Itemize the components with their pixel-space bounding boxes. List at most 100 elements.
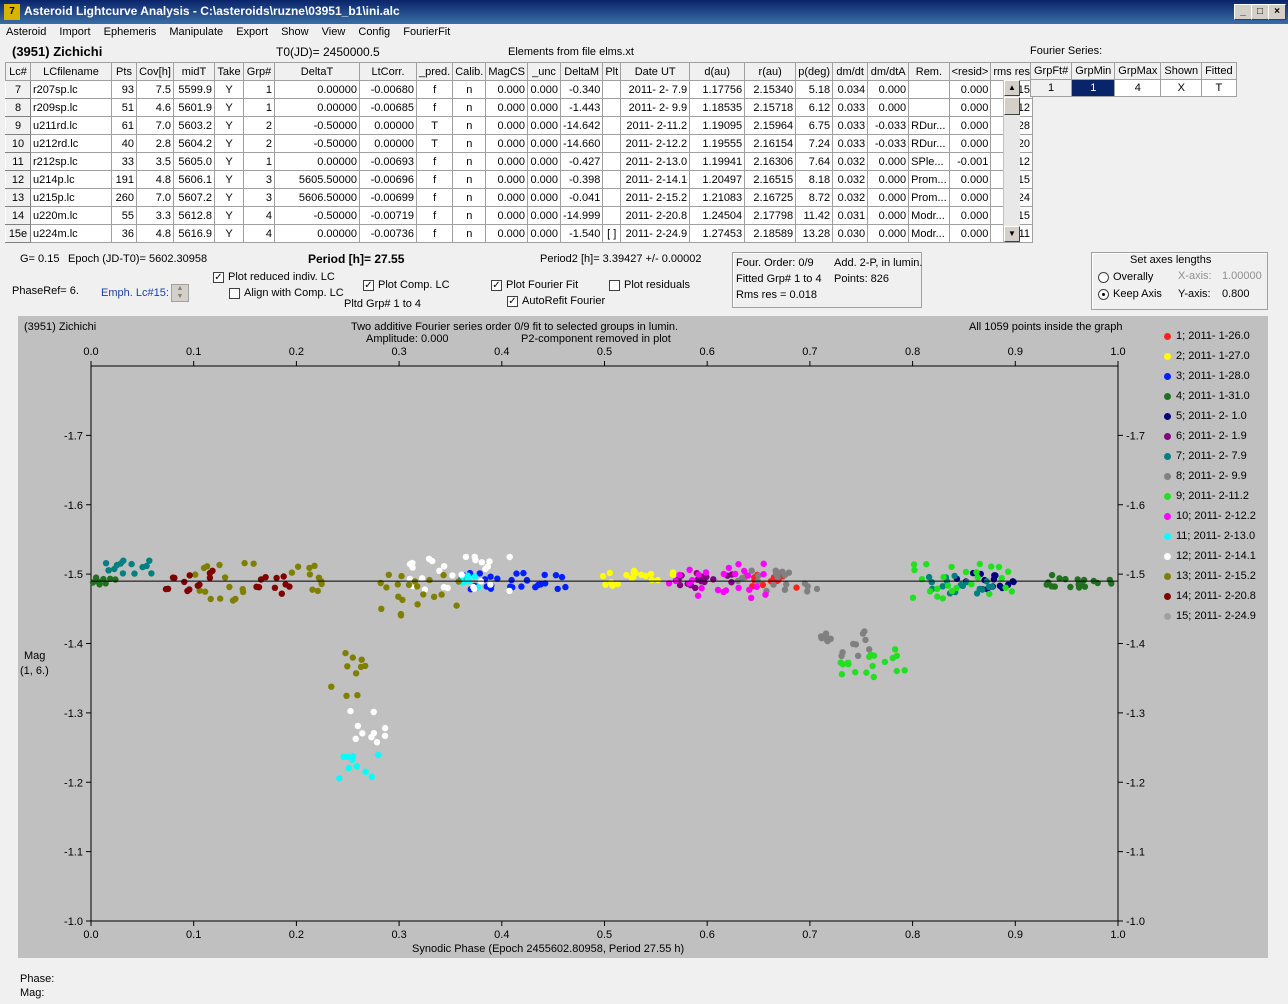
data-point — [409, 559, 416, 567]
data-point — [92, 574, 100, 581]
data-point — [352, 670, 360, 677]
legend-item: 5; 2011- 2- 1.0 — [1164, 410, 1247, 424]
data-point — [340, 753, 347, 760]
data-point — [689, 577, 696, 584]
data-point — [648, 576, 655, 584]
legend-marker — [1164, 412, 1171, 420]
data-point — [418, 575, 426, 582]
data-point — [979, 586, 986, 593]
legend-item: 14; 2011- 2-20.8 — [1164, 590, 1256, 604]
x-tick-label-top: 0.5 — [597, 346, 612, 358]
data-point — [552, 572, 560, 579]
data-point — [280, 573, 287, 580]
y-tick-label-right: -1.5 — [1126, 569, 1145, 581]
data-point — [186, 586, 193, 593]
data-point — [131, 570, 138, 577]
data-point — [741, 567, 748, 575]
x-tick-label: 1.0 — [1110, 929, 1125, 941]
data-point — [804, 583, 811, 590]
x-tick-label: 0.3 — [391, 929, 406, 941]
legend-item: 13; 2011- 2-15.2 — [1164, 570, 1256, 584]
data-point — [839, 661, 846, 668]
data-point — [278, 590, 285, 597]
legend-item: 1; 2011- 1-26.0 — [1164, 330, 1250, 344]
x-tick-label: 0.0 — [83, 929, 98, 941]
y-tick-label-right: -1.3 — [1126, 708, 1145, 720]
data-point — [194, 582, 201, 589]
data-point — [870, 673, 877, 681]
data-point — [518, 583, 525, 590]
data-point — [760, 571, 767, 578]
data-point — [686, 566, 693, 573]
data-point — [354, 692, 361, 699]
data-point — [1067, 583, 1074, 591]
legend-marker — [1164, 432, 1171, 440]
data-point — [449, 572, 456, 579]
data-point — [939, 595, 946, 602]
x-tick-label: 0.2 — [289, 929, 304, 941]
data-point — [669, 571, 677, 578]
data-point — [395, 593, 402, 600]
y-tick-label-right: -1.7 — [1126, 430, 1145, 442]
data-point — [383, 584, 390, 591]
data-point — [430, 593, 438, 600]
data-point — [889, 654, 896, 662]
data-point — [487, 573, 494, 580]
data-point — [760, 560, 767, 567]
data-point — [306, 564, 313, 572]
data-point — [357, 663, 365, 671]
data-point — [440, 571, 447, 579]
data-point — [186, 572, 193, 579]
x-tick-label-top: 0.6 — [700, 346, 715, 358]
data-point — [1008, 588, 1015, 595]
legend-item: 11; 2011- 2-13.0 — [1164, 530, 1255, 544]
x-tick-label-top: 0.1 — [186, 346, 201, 358]
data-point — [453, 602, 460, 609]
data-point — [226, 583, 233, 591]
data-point — [354, 722, 362, 730]
data-point — [405, 581, 413, 588]
data-point — [973, 590, 981, 597]
data-point — [781, 586, 789, 593]
data-point — [217, 595, 224, 602]
legend-marker — [1164, 392, 1171, 400]
data-point — [948, 563, 955, 571]
data-point — [676, 571, 683, 579]
data-point — [353, 763, 360, 770]
data-point — [506, 587, 513, 595]
data-point — [940, 573, 947, 581]
data-point — [702, 569, 710, 576]
data-point — [343, 692, 350, 699]
x-tick-label-top: 0.3 — [391, 346, 406, 358]
x-tick-label-top: 0.2 — [289, 346, 304, 358]
data-point — [748, 594, 755, 602]
data-point — [200, 564, 208, 572]
legend-marker — [1164, 452, 1171, 460]
data-point — [996, 582, 1004, 589]
data-point — [1078, 580, 1086, 588]
data-point — [513, 570, 520, 577]
data-point — [458, 571, 465, 578]
data-point — [282, 581, 289, 588]
data-point — [288, 569, 296, 576]
x-tick-label: 0.8 — [905, 929, 920, 941]
data-point — [692, 584, 699, 592]
x-tick-label-top: 0.0 — [83, 346, 98, 358]
data-point — [863, 669, 870, 676]
legend-label: 10; 2011- 2-12.2 — [1176, 510, 1256, 522]
data-point — [358, 656, 365, 663]
data-point — [720, 570, 727, 578]
data-point — [862, 636, 869, 644]
data-point — [294, 563, 302, 570]
data-point — [169, 574, 177, 581]
data-point — [241, 559, 248, 567]
data-point — [470, 583, 477, 591]
legend-item: 7; 2011- 2- 7.9 — [1164, 450, 1247, 464]
legend-label: 13; 2011- 2-15.2 — [1176, 570, 1256, 582]
data-point — [901, 667, 908, 674]
data-point — [720, 588, 727, 596]
data-point — [770, 581, 777, 588]
data-point — [934, 585, 941, 592]
lightcurve-chart[interactable]: 0.0 0.0 0.1 0.1 0.2 0.2 0.3 0.3 0.4 0.4 0.5 0.5 0.6 0… — [0, 0, 1288, 1004]
data-point — [373, 739, 381, 746]
